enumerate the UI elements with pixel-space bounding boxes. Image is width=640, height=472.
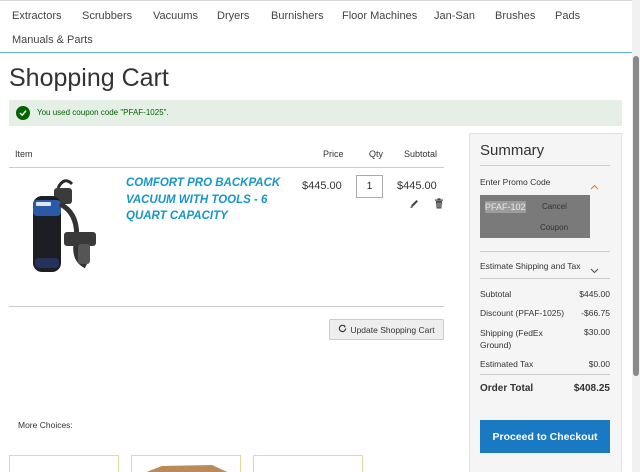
totals-tax-label: Estimated Tax xyxy=(480,359,534,369)
summary-divider xyxy=(480,251,610,252)
order-total-value: $408.25 xyxy=(573,383,610,394)
page-scrollbar[interactable] xyxy=(632,0,640,472)
cart-divider xyxy=(9,306,444,307)
more-choice-card[interactable] xyxy=(253,455,363,472)
more-choices-heading: More Choices: xyxy=(18,420,73,430)
quantity-input[interactable]: 1 xyxy=(356,175,383,198)
order-total-label: Order Total xyxy=(480,383,534,394)
header-divider xyxy=(9,167,444,168)
item-subtotal: $445.00 xyxy=(397,180,437,192)
summary-divider xyxy=(480,374,610,375)
nav-item-pads[interactable]: Pads xyxy=(555,10,580,22)
nav-item-vacuums[interactable]: Vacuums xyxy=(153,10,198,22)
nav-item-brushes[interactable]: Brushes xyxy=(495,10,535,22)
totals-subtotal-value: $445.00 xyxy=(579,289,610,299)
col-header-subtotal: Subtotal xyxy=(404,149,438,159)
chevron-down-icon[interactable] xyxy=(590,261,599,279)
alert-message: You used coupon code "PFAF-1025". xyxy=(37,108,169,117)
cancel-coupon-button[interactable]: Cancel xyxy=(542,202,567,211)
check-circle-icon xyxy=(16,106,30,120)
nav-item-floor-machines[interactable]: Floor Machines xyxy=(342,10,417,22)
product-name-link[interactable]: COMFORT PRO BACKPACK VACUUM WITH TOOLS -… xyxy=(126,175,291,225)
totals-discount-value: -$66.75 xyxy=(581,308,610,318)
nav-item-burnishers[interactable]: Burnishers xyxy=(271,10,324,22)
nav-item-scrubbers[interactable]: Scrubbers xyxy=(82,10,132,22)
trash-icon[interactable] xyxy=(434,196,444,214)
nav-item-dryers[interactable]: Dryers xyxy=(217,10,249,22)
update-cart-button[interactable]: Update Shopping Cart xyxy=(329,319,444,340)
proceed-to-checkout-button[interactable]: Proceed to Checkout xyxy=(480,420,610,453)
totals-discount-label: Discount (PFAF-1025) xyxy=(480,308,565,318)
more-choice-card[interactable] xyxy=(131,455,241,472)
summary-divider xyxy=(480,165,610,166)
nav-item-jan-san[interactable]: Jan-San xyxy=(434,10,475,22)
summary-title: Summary xyxy=(480,142,545,159)
summary-divider xyxy=(480,278,610,279)
product-image[interactable] xyxy=(20,174,100,276)
more-choice-card[interactable] xyxy=(9,455,119,472)
item-price: $445.00 xyxy=(302,180,342,192)
nav-item-manuals-parts[interactable]: Manuals & Parts xyxy=(12,34,93,46)
totals-subtotal-label: Subtotal xyxy=(480,289,512,299)
promo-code-input[interactable]: PFAF-102 xyxy=(485,201,526,213)
pencil-icon[interactable] xyxy=(409,196,420,214)
cancel-coupon-button-line2[interactable]: Coupon xyxy=(540,223,568,232)
col-header-item: Item xyxy=(15,149,33,159)
totals-shipping-label: Shipping (FedEx Ground) xyxy=(480,328,543,350)
success-alert: You used coupon code "PFAF-1025". xyxy=(9,100,622,126)
page-title: Shopping Cart xyxy=(9,64,169,92)
col-header-price: Price xyxy=(323,149,344,159)
totals-shipping-value: $30.00 xyxy=(584,327,610,337)
scrollbar-thumb[interactable] xyxy=(633,56,639,376)
estimate-shipping-toggle[interactable]: Estimate Shipping and Tax xyxy=(480,261,581,271)
update-cart-label: Update Shopping Cart xyxy=(350,324,435,335)
nav-item-extractors[interactable]: Extractors xyxy=(12,10,62,22)
promo-code-toggle[interactable]: Enter Promo Code xyxy=(480,177,550,187)
top-nav: Extractors Scrubbers Vacuums Dryers Burn… xyxy=(0,0,632,53)
refresh-icon xyxy=(338,324,347,335)
chevron-up-icon[interactable] xyxy=(590,177,599,195)
totals-tax-value: $0.00 xyxy=(588,359,610,369)
col-header-qty: Qty xyxy=(369,149,384,159)
